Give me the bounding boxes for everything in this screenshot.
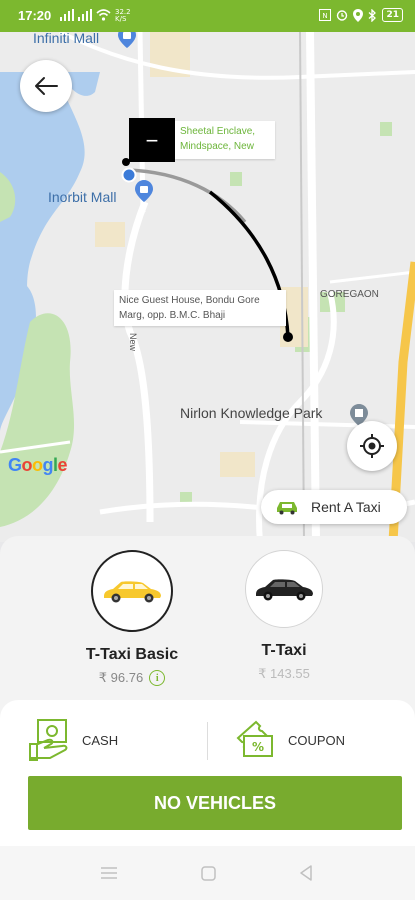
menu-icon[interactable] [100,864,118,882]
car-icon [277,502,297,515]
vehicle-price-basic: ₹ 96.76 i [67,670,197,686]
drop-address-card[interactable]: Nice Guest House, Bondu Gore Marg, opp. … [114,290,286,326]
alarm-icon [337,10,348,21]
building-block [220,452,255,477]
svg-text:%: % [252,740,264,754]
info-icon[interactable]: i [149,670,166,686]
car-yellow-icon [104,581,161,603]
map-label-infiniti-mall: Infiniti Mall [33,32,100,46]
pickup-address-card[interactable]: Sheetal Enclave, Mindspace, New [175,121,275,159]
back-icon[interactable] [297,864,315,882]
building-block [95,222,125,247]
nfc-icon: N [319,9,332,21]
vehicle-option-taxi[interactable]: T-Taxi ₹ 143.55 [219,550,349,682]
coupon-label: COUPON [288,732,346,748]
cash-icon [29,719,68,761]
cash-option[interactable]: CASH [28,718,118,762]
back-button[interactable] [20,60,72,112]
map-label-road: New [128,332,139,352]
crosshair-icon [360,434,384,458]
rent-a-taxi-button[interactable]: Rent A Taxi [261,490,407,524]
location-icon [353,8,364,22]
status-time: 17:20 [18,8,52,23]
mall-pin-icon [118,32,136,48]
vehicle-option-basic[interactable]: T-Taxi Basic ₹ 96.76 i [67,550,197,686]
park-area [230,172,242,186]
route-end-dot [283,332,293,342]
google-logo: Google [8,455,68,475]
coupon-icon: % [236,720,273,757]
current-location-dot [121,167,137,183]
signal-icon [78,9,92,21]
vehicle-image-taxi [245,550,323,628]
battery-icon: 21 [382,8,403,22]
car-black-icon [256,579,313,601]
status-right-icons: N 21 [319,8,403,22]
vehicle-image-basic [91,550,173,632]
wifi-icon [96,9,111,21]
vehicle-name-taxi: T-Taxi [261,642,307,659]
home-icon[interactable] [199,864,217,882]
bluetooth-icon [369,8,377,22]
vehicle-price-taxi: ₹ 143.55 [219,666,349,682]
system-nav-bar [0,846,415,900]
pickup-marker[interactable]: — [129,118,175,162]
mall-pin-icon [135,180,153,202]
signal-icon [60,9,74,21]
vehicle-price-basic-value: ₹ 96.76 [98,670,144,685]
coupon-option[interactable]: % COUPON [234,718,345,762]
rent-a-taxi-label: Rent A Taxi [311,499,381,515]
arrow-left-icon [35,77,58,95]
no-vehicles-button[interactable]: NO VEHICLES [28,776,402,830]
payment-divider [207,722,208,760]
map-label-inorbit-mall: Inorbit Mall [48,189,117,205]
map-label-nirlon: Nirlon Knowledge Park [180,405,323,421]
my-location-button[interactable] [347,421,397,471]
map-label-goregaon: GOREGAON [320,289,379,300]
network-speed: 32.2 K/S [115,8,131,23]
park-area [380,122,392,136]
status-bar: 17:20 32.2 K/S N 21 [0,0,415,32]
status-left-icons: 32.2 K/S [60,9,131,23]
cash-label: CASH [82,732,119,748]
vehicle-name-basic: T-Taxi Basic [85,646,179,663]
map-view[interactable]: Infiniti Mall Inorbit Mall Nirlon Knowle… [0,32,415,542]
svg-text:N: N [323,12,328,20]
vehicle-price-taxi-value: ₹ 143.55 [258,666,310,681]
